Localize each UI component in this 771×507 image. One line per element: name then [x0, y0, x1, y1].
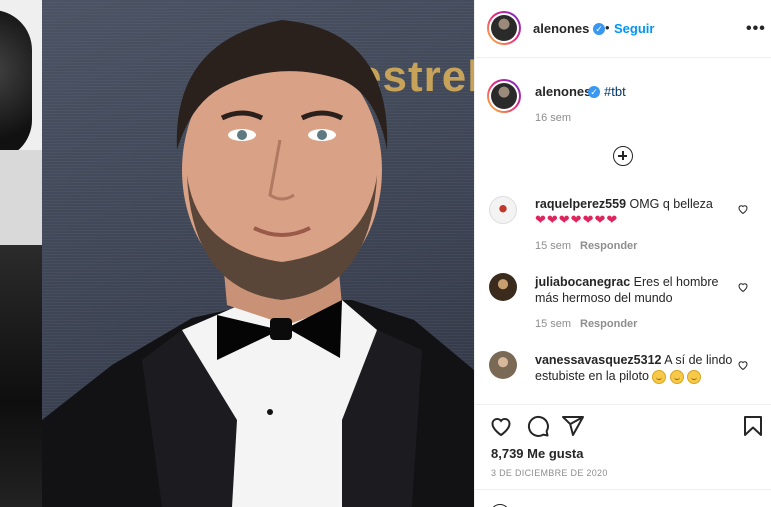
post-actions: 8,739 Me gusta 3 DE DICIEMBRE DE 2020 — [475, 404, 771, 507]
author-avatar[interactable] — [487, 11, 521, 45]
grimace-emoji — [669, 369, 684, 384]
follow-button[interactable]: Seguir — [614, 21, 654, 36]
verified-badge-icon: ✓ — [593, 23, 605, 35]
post-photo[interactable]: estrell — [42, 0, 474, 507]
reply-button[interactable]: Responder — [580, 318, 637, 330]
verified-badge-icon: ✓ — [588, 86, 600, 98]
comment-body: juliabocanegrac Eres el hombre más hermo… — [535, 274, 735, 306]
comment-avatar[interactable] — [489, 351, 517, 379]
plus-circle-icon[interactable] — [613, 146, 633, 166]
hearts-emoji: ❤❤❤❤❤❤❤ — [535, 212, 619, 227]
post-header: alenones ✓ • Seguir ••• — [475, 0, 771, 58]
paper-plane-icon[interactable] — [561, 414, 585, 438]
comment-avatar[interactable] — [489, 196, 517, 224]
like-count[interactable]: 8,739 Me gusta — [491, 446, 584, 461]
comment-text: OMG q belleza — [629, 197, 713, 211]
previous-post-thumbnail[interactable] — [0, 0, 42, 507]
separator-dot: • — [605, 20, 610, 35]
comment-age: 15 sem — [535, 240, 572, 252]
author-username[interactable]: alenones — [533, 21, 589, 36]
reply-button[interactable]: Responder — [580, 240, 637, 252]
caption-username[interactable]: alenones — [535, 84, 591, 99]
comment-heart-icon[interactable] — [737, 359, 749, 371]
heart-icon[interactable] — [489, 414, 513, 438]
comment-username[interactable]: vanessavasquez5312 — [535, 353, 661, 367]
more-options-icon[interactable]: ••• — [746, 20, 766, 38]
instagram-post-modal: estrell — [0, 0, 771, 507]
grimace-emoji — [687, 369, 702, 384]
comment-avatar[interactable] — [489, 273, 517, 301]
comment-body: vanessavasquez5312 A sí de lindo estubis… — [535, 352, 735, 384]
caption-hashtag[interactable]: #tbt — [604, 84, 626, 99]
comment-username[interactable]: raquelperez559 — [535, 197, 626, 211]
comment-age: 15 sem — [535, 318, 572, 330]
comment-username[interactable]: juliabocanegrac — [535, 275, 630, 289]
comment-heart-icon[interactable] — [737, 281, 749, 293]
grimace-emoji — [652, 369, 667, 384]
comment-heart-icon[interactable] — [737, 203, 749, 215]
comment-icon[interactable] — [526, 414, 550, 438]
caption-avatar[interactable] — [487, 79, 521, 113]
add-comment-bar — [475, 489, 771, 507]
bookmark-icon[interactable] — [741, 414, 765, 438]
caption-age: 16 sem — [535, 112, 572, 124]
portrait-illustration — [42, 20, 474, 507]
post-date[interactable]: 3 DE DICIEMBRE DE 2020 — [491, 468, 608, 478]
comment-body: raquelperez559 OMG q belleza ❤❤❤❤❤❤❤ — [535, 196, 735, 228]
post-side-panel: alenones ✓ • Seguir ••• alenones ✓ #tbt … — [474, 0, 771, 507]
